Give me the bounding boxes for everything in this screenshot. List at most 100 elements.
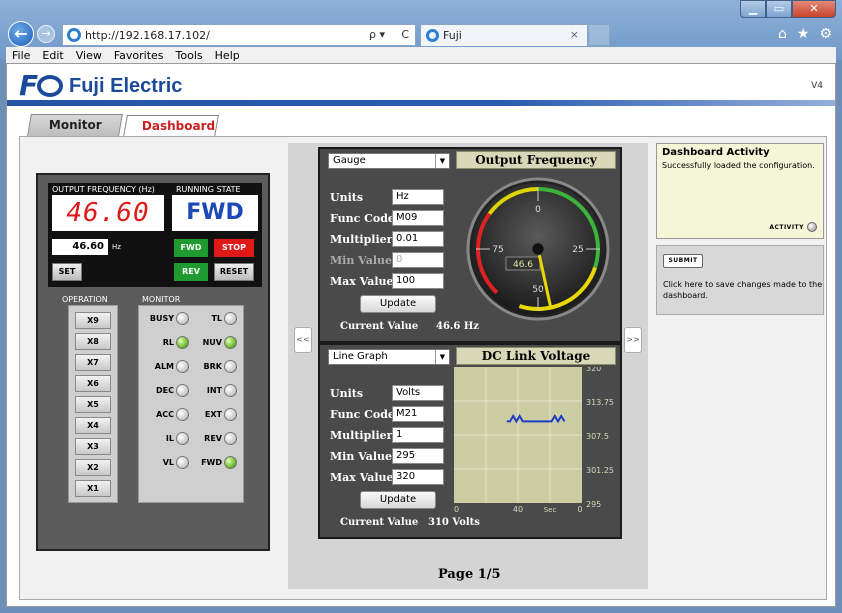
x-tick-label: 80 (454, 505, 459, 514)
operation-x7-button[interactable]: X7 (75, 354, 111, 371)
operation-x9-button[interactable]: X9 (75, 312, 111, 329)
monitor-label: IL (165, 434, 174, 443)
func-code-field[interactable]: M09 (392, 210, 444, 226)
gauge-tick-label: 25 (572, 245, 583, 255)
min-value-field[interactable]: 295 (392, 448, 444, 464)
monitor-vl: VL (163, 456, 189, 469)
operation-x8-button[interactable]: X8 (75, 333, 111, 350)
operation-x2-button[interactable]: X2 (75, 459, 111, 476)
monitor-rev: REV (204, 432, 237, 445)
status-led-icon (224, 408, 237, 421)
max-value-field[interactable]: 100 (392, 273, 444, 289)
close-icon[interactable]: ✕ (792, 0, 836, 18)
units-field[interactable]: Hz (392, 189, 444, 205)
monitor-label: ACC (156, 410, 174, 419)
window-controls: ▁ ▭ ✕ (740, 0, 836, 18)
brand-name: Fuji Electric (69, 74, 183, 97)
new-tab-button[interactable] (588, 24, 610, 46)
submit-message: Click here to save changes made to the d… (663, 280, 823, 300)
menu-file[interactable]: File (12, 49, 30, 62)
maximize-icon[interactable]: ▭ (766, 0, 792, 18)
refresh-icon[interactable]: C (401, 28, 409, 41)
status-led-icon (176, 336, 189, 349)
monitor-label: MONITOR (142, 295, 181, 304)
activity-indicator: ACTIVITY (769, 222, 817, 232)
x-tick-label: 40 (513, 505, 523, 514)
y-tick-label: 307.5 (586, 432, 609, 441)
rev-button[interactable]: REV (174, 263, 208, 281)
monitor-label: REV (204, 434, 222, 443)
monitor-label: FWD (201, 458, 222, 467)
fwd-button[interactable]: FWD (174, 239, 208, 257)
operation-x5-button[interactable]: X5 (75, 396, 111, 413)
tab-monitor[interactable]: Monitor (27, 114, 123, 136)
back-button[interactable]: ← (8, 21, 34, 47)
search-icon[interactable]: ρ ▾ (369, 28, 385, 41)
multiplier-field[interactable]: 1 (392, 427, 444, 443)
gear-icon[interactable]: ⚙ (819, 26, 832, 42)
tab-dashboard[interactable]: Dashboard (123, 115, 219, 137)
gauge-hub (531, 242, 545, 256)
address-bar[interactable]: http://192.168.17.102/ ρ ▾ C (62, 24, 416, 46)
max-value-field[interactable]: 320 (392, 469, 444, 485)
menu-favorites[interactable]: Favorites (114, 49, 164, 62)
operation-x3-button[interactable]: X3 (75, 438, 111, 455)
monitor-acc: ACC (156, 408, 189, 421)
menu-view[interactable]: View (76, 49, 102, 62)
browser-tab[interactable]: Fuji × (420, 24, 588, 46)
home-icon[interactable]: ⌂ (778, 26, 787, 42)
status-led-icon (224, 312, 237, 325)
monitor-label: BUSY (149, 314, 174, 323)
operation-x4-button[interactable]: X4 (75, 417, 111, 434)
widget-type-select[interactable]: Line Graph ▼ (328, 349, 450, 365)
operation-x6-button[interactable]: X6 (75, 375, 111, 392)
menu-tools[interactable]: Tools (176, 49, 203, 62)
operation-panel: X9 X8 X7 X6 X5 X4 X3 X2 X1 (68, 305, 118, 503)
brand-logo: F Fuji Electric (19, 72, 182, 100)
min-value-field[interactable]: 0 (392, 252, 444, 268)
min-value-label: Min Value (330, 254, 393, 267)
units-field[interactable]: Volts (392, 385, 444, 401)
monitor-nuv: NUV (203, 336, 237, 349)
status-led-icon (224, 456, 237, 469)
frequency-input[interactable]: 46.60 (52, 239, 108, 255)
reset-button[interactable]: RESET (214, 263, 254, 281)
chevron-down-icon: ▼ (435, 154, 449, 168)
monitor-label: NUV (202, 338, 222, 347)
gauge-tick-label: 75 (492, 245, 503, 255)
prev-page-button[interactable]: << (294, 327, 312, 353)
multiplier-field[interactable]: 0.01 (392, 231, 444, 247)
status-led-icon (224, 360, 237, 373)
favorites-icon[interactable]: ★ (797, 26, 810, 42)
menu-help[interactable]: Help (215, 49, 240, 62)
url-text[interactable]: http://192.168.17.102/ (85, 29, 210, 42)
min-value-label: Min Value (330, 450, 393, 463)
widget-type-value: Line Graph (333, 351, 388, 362)
page-indicator: Page 1/5 (438, 567, 501, 582)
operation-x1-button[interactable]: X1 (75, 480, 111, 497)
y-tick-label: 295 (586, 500, 601, 509)
func-code-field[interactable]: M21 (392, 406, 444, 422)
forward-button[interactable]: → (37, 25, 55, 43)
running-state-value: FWD (172, 195, 258, 231)
web-page: F Fuji Electric V4 Monitor Dashboard OUT… (6, 63, 836, 607)
widget-type-select[interactable]: Gauge ▼ (328, 153, 450, 169)
status-led-icon (224, 336, 237, 349)
menu-edit[interactable]: Edit (42, 49, 63, 62)
tab-close-icon[interactable]: × (570, 28, 579, 41)
gauge-readout: 46.6 (513, 260, 533, 270)
set-button[interactable]: SET (52, 263, 82, 281)
monitor-brk: BRK (204, 360, 237, 373)
current-value: 310 Volts (428, 517, 480, 528)
running-state-label: RUNNING STATE (176, 185, 241, 194)
submit-button[interactable]: SUBMIT (663, 254, 703, 268)
minimize-icon[interactable]: ▁ (740, 0, 766, 18)
monitor-alm: ALM (155, 360, 189, 373)
next-page-button[interactable]: >> (624, 327, 642, 353)
update-button[interactable]: Update (360, 295, 436, 313)
update-button[interactable]: Update (360, 491, 436, 509)
y-tick-label: 320 (586, 367, 601, 373)
y-tick-label: 313.75 (586, 398, 614, 407)
current-value-label: Current Value (340, 321, 419, 332)
stop-button[interactable]: STOP (214, 239, 254, 257)
